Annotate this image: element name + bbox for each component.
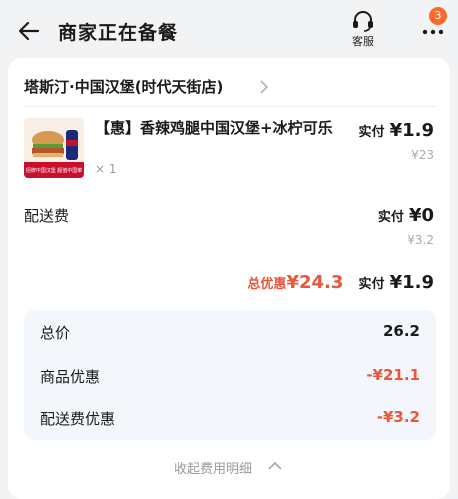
page-title: 商家正在备餐 <box>58 22 179 44</box>
collapse-fee-details-button[interactable]: 收起费用明细 <box>174 458 252 477</box>
detail-label: 商品优惠 <box>40 368 101 386</box>
total-discount-label: 总优惠 <box>247 277 287 292</box>
delivery-fee-paid: 实付 ¥0 <box>378 205 434 226</box>
burger-cola-image: 招牌中国汉堡 超值中国菜 <box>24 118 84 178</box>
order-fee-card: 塔斯汀·中国汉堡(时代天街店) 招牌中国汉堡 超值中国菜 【惠】香辣鸡腿中国汉堡… <box>8 58 450 499</box>
delivery-fee-label: 配送费 <box>24 207 70 225</box>
chevron-right-icon <box>260 80 269 94</box>
divider <box>24 106 436 107</box>
paid-label: 实付 <box>358 277 385 292</box>
detail-value: -¥21.1 <box>366 366 420 384</box>
paid-amount: ¥0 <box>408 205 434 226</box>
summary-row: 总优惠¥24.3 实付 ¥1.9 <box>247 272 434 293</box>
detail-row-goods-discount: 商品优惠 -¥21.1 <box>40 366 420 390</box>
thumb-caption: 招牌中国汉堡 超值中国菜 <box>26 167 83 174</box>
notification-badge: 3 <box>429 7 447 25</box>
detail-value: -¥3.2 <box>376 408 420 426</box>
detail-label: 总价 <box>40 324 71 342</box>
customer-service-label: 客服 <box>352 35 374 48</box>
total-discount-amount: ¥24.3 <box>286 272 344 293</box>
store-name-link[interactable]: 塔斯汀·中国汉堡(时代天街店) <box>24 76 223 97</box>
detail-row-total: 总价 26.2 <box>40 322 420 346</box>
paid-label: 实付 <box>377 210 404 225</box>
back-arrow-icon[interactable] <box>18 20 40 42</box>
chevron-up-icon[interactable] <box>268 461 282 471</box>
product-name: 【惠】香辣鸡腿中国汉堡+冰柠可乐 <box>95 119 333 137</box>
total-paid-amount: ¥1.9 <box>389 272 434 293</box>
delivery-fee-original: ¥3.2 <box>407 233 434 247</box>
detail-label: 配送费优惠 <box>40 410 116 428</box>
customer-service-button[interactable]: 客服 <box>344 10 382 49</box>
detail-value: 26.2 <box>382 322 420 340</box>
paid-label: 实付 <box>358 125 385 140</box>
product-original-price: ¥23 <box>411 148 434 162</box>
fee-detail-panel: 总价 26.2 商品优惠 -¥21.1 配送费优惠 -¥3.2 <box>24 310 436 440</box>
paid-amount: ¥1.9 <box>389 120 434 141</box>
top-bar: 商家正在备餐 客服 3 <box>0 0 458 62</box>
product-quantity: × 1 <box>95 162 117 176</box>
detail-row-delivery-discount: 配送费优惠 -¥3.2 <box>40 408 420 432</box>
product-paid: 实付 ¥1.9 <box>358 120 434 141</box>
product-thumbnail[interactable]: 招牌中国汉堡 超值中国菜 <box>24 118 84 178</box>
headset-icon <box>353 11 373 32</box>
